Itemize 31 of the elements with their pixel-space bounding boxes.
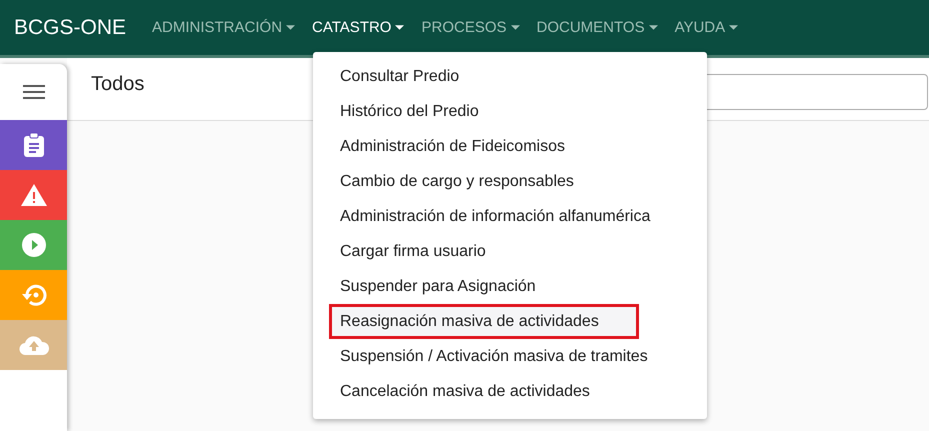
sidebar-button[interactable]: [0, 170, 67, 220]
caret-icon: [286, 25, 296, 30]
caret-icon: [729, 25, 738, 30]
dropdown-item[interactable]: Cargar firma usuario: [313, 234, 707, 269]
warning-icon: [20, 184, 46, 206]
caret-icon: [648, 25, 658, 30]
dropdown-item[interactable]: Consultar Predio: [313, 59, 707, 94]
menu-icon[interactable]: [22, 84, 44, 100]
dropdown-item[interactable]: Administración de Fideicomisos: [313, 129, 707, 164]
brand-title[interactable]: BCGS-ONE: [14, 16, 126, 40]
nav-menu[interactable]: DOCUMENTOS: [536, 19, 658, 36]
dropdown-item[interactable]: Cambio de cargo y responsables: [313, 164, 707, 199]
dropdown-item[interactable]: Reasignación masiva de actividades: [329, 304, 639, 339]
restore-icon: [20, 283, 46, 307]
sidebar-button[interactable]: [0, 220, 67, 270]
nav-menu[interactable]: ADMINISTRACIÓN: [152, 19, 296, 36]
nav-menu[interactable]: AYUDA: [674, 19, 738, 36]
caret-icon: [395, 25, 404, 30]
nav-menu[interactable]: PROCESOS: [421, 19, 520, 36]
caret-icon: [510, 25, 520, 30]
play-icon: [22, 233, 46, 257]
cloud-upload-icon: [18, 335, 48, 355]
dropdown-item[interactable]: Cancelación masiva de actividades: [313, 374, 707, 409]
dropdown-item[interactable]: Administración de información alfanumérica: [313, 199, 707, 234]
sidebar-button[interactable]: [0, 120, 67, 170]
dropdown-item[interactable]: Suspensión / Activación masiva de tramites: [313, 339, 707, 374]
dropdown-item[interactable]: Suspender para Asignación: [313, 269, 707, 304]
page-title: Todos: [91, 72, 144, 96]
clipboard-icon: [22, 133, 44, 157]
dropdown-item[interactable]: Histórico del Predio: [313, 94, 707, 129]
nav-menu[interactable]: CATASTRO: [312, 19, 404, 36]
